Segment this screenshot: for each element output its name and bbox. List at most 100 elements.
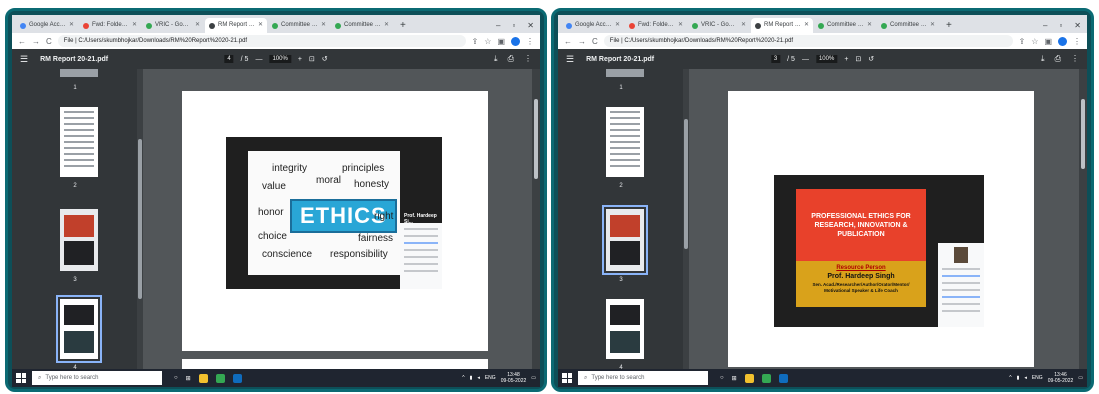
maximize-icon[interactable]: ▫: [1059, 18, 1062, 33]
file-explorer-icon[interactable]: [744, 373, 754, 383]
hamburger-menu-icon[interactable]: ☰: [566, 54, 574, 65]
browser-tab[interactable]: Fwd: Folder shared w✕: [625, 18, 687, 33]
sidebar-scrollbar[interactable]: [137, 69, 143, 369]
browser-tab[interactable]: Committee and Dep✕: [331, 18, 393, 33]
clock[interactable]: 13:48 09-05-2022: [501, 372, 527, 384]
browser-tab[interactable]: Committee and Dep✕: [268, 18, 330, 33]
volume-icon[interactable]: ◂: [477, 375, 480, 381]
minimize-icon[interactable]: –: [1043, 18, 1047, 33]
close-tab-icon[interactable]: ✕: [804, 18, 809, 33]
close-tab-icon[interactable]: ✕: [384, 18, 389, 33]
page-thumbnail-selected[interactable]: [56, 295, 102, 363]
print-icon[interactable]: ⎙: [508, 54, 514, 64]
main-scrollbar[interactable]: [1079, 69, 1087, 369]
close-tab-icon[interactable]: ✕: [678, 18, 683, 33]
outlook-icon[interactable]: [232, 373, 242, 383]
network-icon[interactable]: ▮: [470, 375, 473, 381]
print-icon[interactable]: ⎙: [1055, 54, 1061, 64]
zoom-in-button[interactable]: +: [298, 56, 302, 63]
close-tab-icon[interactable]: ✕: [867, 18, 872, 33]
download-icon[interactable]: ⤓: [494, 54, 498, 64]
browser-tab[interactable]: Google Account✕: [562, 18, 624, 33]
browser-tab[interactable]: VRIC - Google Drive✕: [142, 18, 204, 33]
browser-tab[interactable]: Committee and Dep✕: [877, 18, 939, 33]
menu-dots-icon[interactable]: ⋮: [526, 37, 534, 46]
page-number-input[interactable]: 4: [224, 55, 234, 63]
close-tab-icon[interactable]: ✕: [321, 18, 326, 33]
browser-tab[interactable]: Committee and Dep✕: [814, 18, 876, 33]
task-view-icon[interactable]: ⊞: [186, 375, 191, 382]
page-thumbnail[interactable]: [606, 107, 644, 177]
clock[interactable]: 13:46 09-05-2022: [1048, 372, 1074, 384]
reload-icon[interactable]: C: [46, 37, 52, 46]
share-icon[interactable]: ⇪: [472, 37, 479, 46]
tray-chevron-icon[interactable]: ^: [1009, 375, 1011, 381]
forward-icon[interactable]: →: [578, 37, 586, 46]
maximize-icon[interactable]: ▫: [512, 18, 515, 33]
more-options-icon[interactable]: ⋮: [524, 54, 532, 64]
url-field[interactable]: File | C:/Users/skumbhojkar/Downloads/RM…: [57, 35, 466, 47]
back-icon[interactable]: ←: [18, 37, 26, 46]
bookmark-star-icon[interactable]: ☆: [1031, 37, 1038, 46]
reload-icon[interactable]: C: [592, 37, 598, 46]
page-number-input[interactable]: 3: [770, 55, 781, 63]
share-icon[interactable]: ⇪: [1019, 37, 1026, 46]
url-field[interactable]: File | C:/Users/skumbhojkar/Downloads/RM…: [603, 35, 1013, 47]
menu-dots-icon[interactable]: ⋮: [1073, 37, 1081, 46]
file-explorer-icon[interactable]: [198, 373, 208, 383]
page-thumbnail[interactable]: [606, 299, 644, 359]
new-tab-button[interactable]: +: [394, 18, 412, 33]
minimize-icon[interactable]: –: [496, 18, 500, 33]
zoom-level-input[interactable]: 100%: [269, 55, 291, 63]
tray-chevron-icon[interactable]: ^: [462, 375, 464, 381]
language-label[interactable]: ENG: [485, 375, 496, 381]
taskbar-search[interactable]: ⌕ Type here to search: [578, 371, 708, 385]
windows-start-icon[interactable]: [562, 373, 572, 383]
network-icon[interactable]: ▮: [1017, 375, 1020, 381]
windows-start-icon[interactable]: [16, 373, 26, 383]
close-tab-icon[interactable]: ✕: [132, 18, 137, 33]
zoom-in-button[interactable]: +: [844, 56, 848, 63]
language-label[interactable]: ENG: [1032, 375, 1043, 381]
rotate-icon[interactable]: ↺: [868, 55, 874, 63]
zoom-out-button[interactable]: —: [255, 56, 262, 63]
back-icon[interactable]: ←: [564, 37, 572, 46]
close-tab-icon[interactable]: ✕: [930, 18, 935, 33]
page-thumbnail[interactable]: [60, 209, 98, 271]
browser-tab[interactable]: Google Account✕: [16, 18, 78, 33]
outlook-icon[interactable]: [778, 373, 788, 383]
volume-icon[interactable]: ◂: [1024, 375, 1027, 381]
browser-tab-active[interactable]: RM Report 20-21.pdf✕: [751, 18, 813, 33]
close-tab-icon[interactable]: ✕: [741, 18, 746, 33]
cortana-icon[interactable]: ○: [174, 375, 178, 381]
zoom-level-input[interactable]: 100%: [815, 55, 838, 63]
profile-avatar[interactable]: [511, 36, 520, 46]
sidebar-icon[interactable]: ▣: [1044, 37, 1052, 46]
page-thumbnail[interactable]: [60, 69, 98, 77]
close-tab-icon[interactable]: ✕: [69, 18, 74, 33]
taskbar-search[interactable]: ⌕ Type here to search: [32, 371, 162, 385]
forward-icon[interactable]: →: [32, 37, 40, 46]
sidebar-icon[interactable]: ▣: [497, 37, 505, 46]
profile-avatar[interactable]: [1058, 36, 1067, 46]
close-tab-icon[interactable]: ✕: [258, 18, 263, 33]
close-tab-icon[interactable]: ✕: [615, 18, 620, 33]
page-thumbnail[interactable]: [606, 69, 644, 77]
notification-icon[interactable]: ▭: [1078, 375, 1083, 381]
fit-page-icon[interactable]: ⊡: [855, 55, 861, 63]
fit-page-icon[interactable]: ⊡: [309, 55, 315, 63]
task-view-icon[interactable]: ⊞: [732, 375, 737, 382]
download-icon[interactable]: ⤓: [1041, 54, 1045, 64]
main-scrollbar[interactable]: [532, 69, 540, 369]
chrome-icon[interactable]: [761, 373, 771, 383]
close-window-icon[interactable]: ✕: [527, 18, 534, 33]
sidebar-scrollbar[interactable]: [683, 69, 689, 369]
zoom-out-button[interactable]: —: [802, 56, 809, 63]
bookmark-star-icon[interactable]: ☆: [484, 37, 491, 46]
browser-tab[interactable]: VRIC - Google Drive✕: [688, 18, 750, 33]
notification-icon[interactable]: ▭: [531, 375, 536, 381]
close-window-icon[interactable]: ✕: [1074, 18, 1081, 33]
page-thumbnail[interactable]: [60, 107, 98, 177]
rotate-icon[interactable]: ↺: [322, 55, 328, 63]
new-tab-button[interactable]: +: [940, 18, 958, 33]
